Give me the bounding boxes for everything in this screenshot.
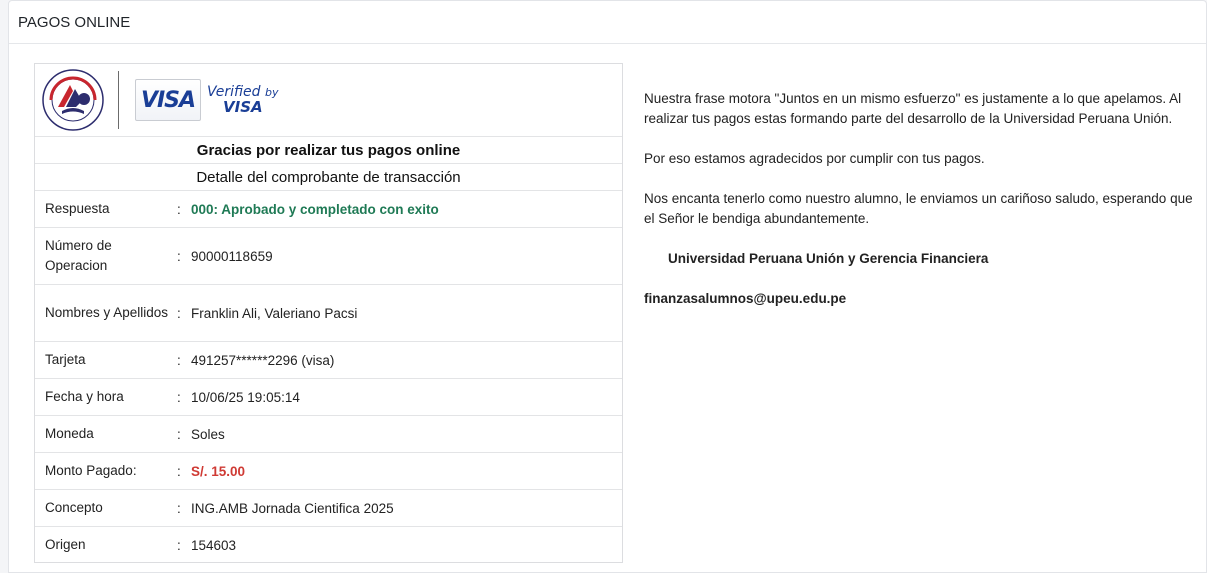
- row-label: Moneda: [45, 426, 94, 441]
- card-number: 491257******2296 (visa): [191, 352, 335, 368]
- signoff: Universidad Peruana Unión y Gerencia Fin…: [668, 251, 989, 266]
- row-separator: :: [177, 201, 181, 217]
- row-label: Número de Operacion: [45, 238, 112, 273]
- page-title: PAGOS ONLINE: [18, 13, 131, 31]
- row-origin: Origen : 154603: [35, 527, 622, 563]
- visa-logo: VISA: [135, 79, 201, 121]
- transaction-datetime: 10/06/25 19:05:14: [191, 389, 300, 405]
- amount-paid: S/. 15.00: [191, 463, 246, 479]
- response-status: 000: Aprobado y completado con exito: [191, 201, 439, 217]
- row-label: Respuesta: [45, 201, 110, 216]
- verified-visa-text: VISA: [223, 98, 263, 116]
- thank-you-message: Nuestra frase motora "Juntos en un mismo…: [644, 89, 1199, 329]
- row-separator: :: [177, 426, 181, 442]
- row-separator: :: [177, 248, 181, 264]
- card-header: PAGOS ONLINE: [9, 1, 1206, 44]
- row-separator: :: [177, 537, 181, 553]
- contact-email: finanzasalumnos@upeu.edu.pe: [644, 291, 847, 306]
- operation-number: 90000118659: [191, 248, 273, 264]
- row-full-name: Nombres y Apellidos : Franklin Ali, Vale…: [35, 285, 622, 342]
- row-separator: :: [177, 500, 181, 516]
- row-label: Fecha y hora: [45, 389, 124, 404]
- verified-by-text: by: [265, 86, 279, 99]
- payment-origin: 154603: [191, 537, 237, 553]
- row-label: Concepto: [45, 500, 103, 515]
- row-label: Monto Pagado:: [45, 463, 137, 478]
- currency: Soles: [191, 426, 225, 442]
- row-label: Nombres y Apellidos: [45, 305, 169, 320]
- verified-by-visa-logo: Verified by VISA: [207, 85, 279, 115]
- logo-row: VISA Verified by VISA: [35, 64, 622, 137]
- payments-card: PAGOS ONLINE VISA Verified by VISA Graci…: [8, 0, 1207, 573]
- row-respuesta: Respuesta : 000: Aprobado y completado c…: [35, 191, 622, 228]
- row-concept: Concepto : ING.AMB Jornada Cientifica 20…: [35, 490, 622, 527]
- receipt-subtitle: Detalle del comprobante de transacción: [35, 164, 622, 191]
- logo-divider: [118, 71, 119, 129]
- full-name: Franklin Ali, Valeriano Pacsi: [191, 305, 358, 321]
- transaction-receipt: VISA Verified by VISA Gracias por realiz…: [34, 63, 623, 563]
- row-operation-number: Número de Operacion : 90000118659: [35, 228, 622, 285]
- row-card: Tarjeta : 491257******2296 (visa): [35, 342, 622, 379]
- row-datetime: Fecha y hora : 10/06/25 19:05:14: [35, 379, 622, 416]
- payment-concept: ING.AMB Jornada Cientifica 2025: [191, 500, 394, 516]
- row-separator: :: [177, 389, 181, 405]
- university-seal-icon: [42, 69, 104, 131]
- receipt-title: Gracias por realizar tus pagos online: [35, 137, 622, 164]
- visa-logo-text: VISA: [140, 87, 196, 113]
- row-currency: Moneda : Soles: [35, 416, 622, 453]
- row-amount: Monto Pagado: : S/. 15.00: [35, 453, 622, 490]
- row-label: Origen: [45, 537, 86, 552]
- row-separator: :: [177, 463, 181, 479]
- row-separator: :: [177, 352, 181, 368]
- row-separator: :: [177, 305, 181, 321]
- row-label: Tarjeta: [45, 352, 86, 367]
- message-paragraph: Por eso estamos agradecidos por cumplir …: [644, 151, 985, 166]
- message-paragraph: Nos encanta tenerlo como nuestro alumno,…: [644, 191, 1193, 226]
- message-paragraph: Nuestra frase motora "Juntos en un mismo…: [644, 91, 1182, 126]
